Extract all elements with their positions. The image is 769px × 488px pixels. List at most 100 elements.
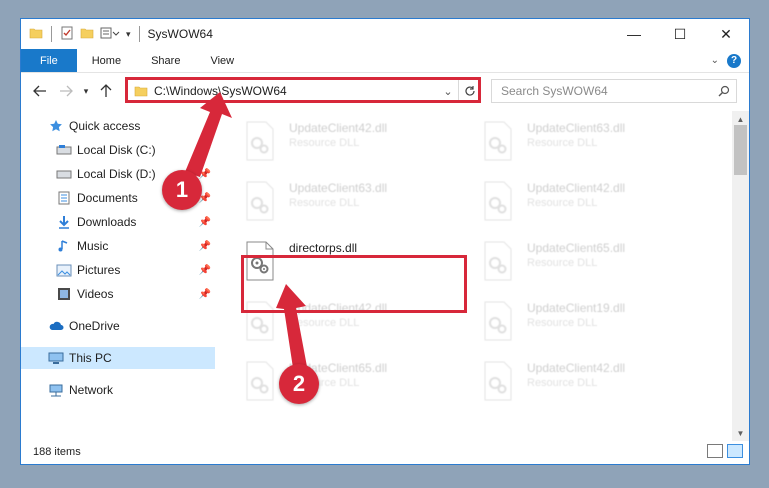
file-item[interactable]: UpdateClient42.dll Resource DLL [457, 355, 687, 411]
chevron-down-icon[interactable]: ▾ [126, 29, 131, 40]
nav-downloads[interactable]: Downloads 📌 [21, 211, 215, 233]
nav-item-label: This PC [69, 351, 112, 365]
nav-item-label: Quick access [69, 119, 141, 133]
file-type: Resource DLL [527, 377, 598, 389]
pin-icon: 📌 [198, 264, 211, 276]
back-arrow-icon [33, 85, 46, 97]
search-input[interactable] [492, 84, 712, 98]
pin-icon: 📌 [198, 240, 211, 252]
file-name: UpdateClient63.dll [527, 121, 626, 135]
toolbar-separator [51, 26, 52, 42]
file-type: Resource DLL [289, 197, 360, 209]
dll-file-icon [484, 181, 512, 221]
vertical-scrollbar[interactable]: ▲ ▼ [732, 111, 749, 441]
file-name: directorps.dll [289, 241, 358, 255]
file-type: Resource DLL [289, 317, 360, 329]
nav-item-label: Downloads [77, 215, 137, 229]
status-bar: 188 items [21, 440, 749, 464]
file-type: Resource DLL [527, 317, 598, 329]
quick-access-toolbar: ▾ [21, 19, 142, 49]
nav-music[interactable]: Music 📌 [21, 235, 215, 257]
up-button[interactable] [93, 79, 119, 103]
search-box[interactable] [491, 79, 737, 103]
documents-icon [55, 190, 73, 206]
back-button[interactable] [27, 79, 53, 103]
nav-item-label: Music [77, 239, 109, 253]
pin-icon: 📌 [198, 144, 211, 156]
recent-locations-button[interactable]: ▾ [79, 79, 93, 103]
nav-item-label: OneDrive [69, 319, 120, 333]
file-item[interactable]: UpdateClient65.dll Resource DLL [457, 235, 687, 291]
folder-icon [29, 26, 43, 43]
pin-icon: 📌 [198, 288, 211, 300]
star-icon [47, 118, 65, 134]
nav-local-disk-c[interactable]: Local Disk (C:) 📌 [21, 139, 215, 161]
address-highlight-box [125, 77, 481, 103]
dll-file-icon [484, 301, 512, 341]
nav-videos[interactable]: Videos 📌 [21, 283, 215, 305]
dll-file-icon [246, 361, 274, 401]
toolbar-separator [138, 26, 140, 42]
pin-icon: 📌 [198, 168, 211, 180]
ribbon-right-controls: ⌄ ? [711, 49, 749, 72]
nav-quick-access[interactable]: Quick access [21, 115, 215, 137]
cloud-icon [47, 318, 65, 334]
nav-item-label: Network [69, 383, 114, 397]
file-item[interactable]: UpdateClient63.dll Resource DLL [219, 175, 449, 231]
videos-icon [55, 286, 73, 302]
nav-item-label: Documents [77, 191, 138, 205]
window-controls: — ☐ ✕ [611, 19, 749, 49]
nav-onedrive[interactable]: OneDrive [21, 315, 215, 337]
help-icon[interactable]: ? [727, 53, 741, 68]
dll-file-icon [484, 241, 512, 281]
dll-file-icon [484, 361, 512, 401]
customize-toolbar-icon[interactable] [100, 26, 120, 43]
view-toggle [707, 444, 743, 458]
dll-file-icon [484, 121, 512, 161]
tab-home[interactable]: Home [77, 49, 136, 72]
ribbon-tabs: File Home Share View ⌄ ? [21, 49, 749, 73]
nav-item-label: Pictures [77, 263, 121, 277]
close-button[interactable]: ✕ [703, 19, 749, 49]
file-item[interactable]: UpdateClient63.dll Resource DLL [457, 115, 687, 171]
computer-icon [47, 350, 65, 366]
forward-arrow-icon [60, 85, 73, 97]
properties-icon[interactable] [60, 26, 74, 43]
file-item[interactable]: UpdateClient42.dll Resource DLL [219, 115, 449, 171]
music-icon [55, 238, 73, 254]
large-icons-view-button[interactable] [727, 444, 743, 458]
file-highlight-box [241, 255, 467, 313]
title-bar: ▾ SysWOW64 — ☐ ✕ [21, 19, 749, 49]
nav-this-pc[interactable]: This PC [21, 347, 215, 369]
drive-icon [55, 142, 73, 158]
file-item[interactable]: UpdateClient65.dll Resource DLL [219, 355, 449, 411]
network-icon [47, 382, 65, 398]
search-icon[interactable] [712, 85, 736, 97]
file-name: UpdateClient65.dll [527, 241, 626, 255]
file-type: Resource DLL [527, 257, 598, 269]
minimize-button[interactable]: — [611, 19, 657, 49]
file-name: UpdateClient19.dll [527, 301, 626, 315]
tab-file[interactable]: File [21, 49, 77, 72]
nav-pictures[interactable]: Pictures 📌 [21, 259, 215, 281]
dll-file-icon [246, 121, 274, 161]
nav-network[interactable]: Network [21, 379, 215, 401]
tab-share[interactable]: Share [136, 49, 195, 72]
scrollbar-thumb[interactable] [734, 125, 747, 175]
expand-ribbon-icon[interactable]: ⌄ [711, 55, 719, 66]
maximize-button[interactable]: ☐ [657, 19, 703, 49]
new-folder-icon[interactable] [80, 26, 94, 43]
file-type: Resource DLL [289, 137, 360, 149]
details-view-button[interactable] [707, 444, 723, 458]
up-arrow-icon [100, 84, 112, 97]
forward-button[interactable] [53, 79, 79, 103]
dll-file-icon [246, 181, 274, 221]
nav-item-label: Videos [77, 287, 114, 301]
file-item[interactable]: UpdateClient42.dll Resource DLL [457, 175, 687, 231]
navigation-pane: Quick access Local Disk (C:) 📌 Local Dis… [21, 115, 215, 440]
step-1-badge: 1 [162, 170, 202, 210]
scroll-down-button[interactable]: ▼ [732, 425, 749, 441]
tab-view[interactable]: View [195, 49, 249, 72]
file-item[interactable]: UpdateClient19.dll Resource DLL [457, 295, 687, 351]
pin-icon: 📌 [198, 216, 211, 228]
